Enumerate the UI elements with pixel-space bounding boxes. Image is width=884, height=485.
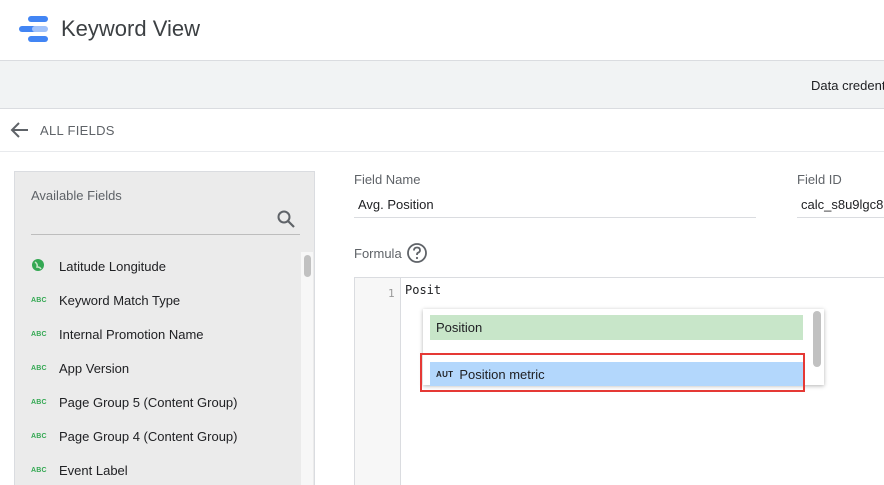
data-studio-logo-icon[interactable] [18,15,50,43]
text-type-icon: ABC [31,398,47,406]
editor-gutter [355,278,401,485]
list-item[interactable]: ABC Page Group 5 (Content Group) [31,392,238,412]
fields-scrollbar-thumb[interactable] [304,255,311,277]
list-item[interactable]: ABC Page Group 4 (Content Group) [31,426,238,446]
field-name-underline [354,217,756,218]
list-item[interactable]: Latitude Longitude [31,256,166,276]
back-row [0,109,884,152]
available-fields-label: Available Fields [31,188,122,203]
text-type-icon: ABC [31,364,47,372]
field-name-label: Field Name [354,172,421,187]
formula-label: Formula [354,246,402,261]
toolbar [0,61,884,109]
field-label: App Version [59,360,130,376]
field-label: Event Label [59,462,128,478]
data-credentials-link[interactable]: Data credent [811,78,884,93]
field-id-label: Field ID [797,172,842,187]
text-type-icon: ABC [31,330,47,338]
list-item[interactable]: ABC Event Label [31,460,128,480]
annotation-highlight-box [420,353,805,392]
field-label: Latitude Longitude [59,258,166,274]
fields-scrollbar[interactable] [301,252,313,485]
field-search-input[interactable] [31,234,300,235]
formula-code[interactable]: Posit [405,283,441,297]
autocomplete-scrollbar[interactable] [813,311,821,367]
field-label: Page Group 4 (Content Group) [59,428,238,444]
list-item[interactable]: ABC Internal Promotion Name [31,324,204,344]
field-label: Internal Promotion Name [59,326,204,342]
globe-icon [31,258,53,274]
list-item[interactable]: ABC App Version [31,358,129,378]
list-item[interactable]: ABC Keyword Match Type [31,290,180,310]
field-name-input[interactable]: Avg. Position [358,197,434,212]
arrow-back-icon[interactable] [10,121,30,139]
autocomplete-item-position[interactable]: Position [430,315,803,340]
text-type-icon: ABC [31,466,47,474]
text-type-icon: ABC [31,432,47,440]
all-fields-link[interactable]: ALL FIELDS [40,123,115,138]
line-number: 1 [388,287,395,300]
page-title: Keyword View [61,16,200,41]
help-icon[interactable] [406,242,428,264]
field-label: Keyword Match Type [59,292,181,308]
text-type-icon: ABC [31,296,47,304]
field-id-underline [797,217,884,218]
autocomplete-item-label: Position [436,320,483,335]
field-label: Page Group 5 (Content Group) [59,394,238,410]
field-id-value: calc_s8u9lgc8 [801,197,884,212]
search-icon[interactable] [276,209,296,229]
